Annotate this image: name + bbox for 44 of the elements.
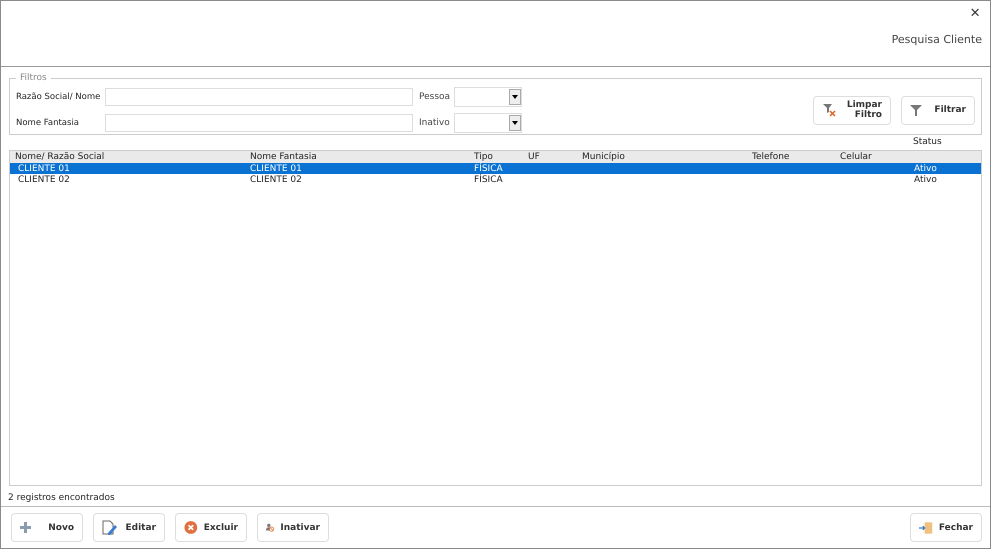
column-header: Status (913, 137, 943, 148)
input-field[interactable] (105, 88, 413, 106)
table-cell-text: CLIENTE 02 (18, 174, 71, 184)
caret-icon (512, 121, 518, 125)
new-button[interactable]: Novo (11, 513, 83, 542)
close-window-button[interactable]: Fechar (910, 513, 982, 542)
column-header: UF (528, 152, 541, 162)
table-cell-text: CLIENTE 01 (18, 164, 71, 174)
table-cell-text: Ativo (914, 174, 938, 184)
close-button[interactable]: × (968, 5, 982, 21)
plus-icon (20, 522, 31, 533)
filter-button[interactable]: Filtrar (901, 96, 975, 124)
table-cell-text: FÍSICA (474, 164, 504, 174)
filter-clear-icon (822, 103, 836, 117)
field-label: Nome Fantasia (16, 118, 80, 128)
dropdown[interactable] (454, 87, 522, 107)
deactivate-button[interactable]: Inativar (257, 513, 329, 542)
group-legend: Filtros (16, 73, 51, 83)
caret-icon (512, 95, 518, 99)
edit-button[interactable]: Editar (93, 513, 165, 542)
filter-icon (910, 104, 922, 116)
column-header: Celular (840, 152, 873, 162)
table-cell-text: FÍSICA (474, 174, 504, 184)
delete-icon (184, 520, 198, 535)
dropdown[interactable] (454, 113, 522, 133)
table-row[interactable]: CLIENTE 02 CLIENTE 02 FÍSICA Ativo (10, 174, 981, 185)
column-header: Nome/ Razão Social (15, 152, 106, 162)
clear-filter-button[interactable]: Limpar Filtro (813, 96, 891, 124)
input-field[interactable] (105, 114, 413, 132)
table-cell-text: Ativo (914, 164, 938, 174)
table-row[interactable]: CLIENTE 01 CLIENTE 01 FÍSICA Ativo (10, 163, 981, 174)
column-header: Tipo (474, 152, 494, 162)
column-header: Nome Fantasia (250, 152, 318, 162)
window-title: Pesquisa Cliente (892, 33, 982, 46)
field-label: Inativo (419, 118, 451, 128)
column-header: Telefone (752, 152, 790, 162)
field-label: Pessoa (419, 92, 452, 102)
table-cell-text: CLIENTE 02 (250, 174, 303, 184)
edit-icon (102, 520, 117, 536)
delete-button[interactable]: Excluir (175, 513, 247, 542)
table-cell-text: CLIENTE 01 (250, 164, 303, 174)
status-text: 2 registros encontrados (8, 493, 115, 503)
column-header: Município (582, 152, 626, 162)
field-label: Razão Social/ Nome (16, 92, 102, 102)
